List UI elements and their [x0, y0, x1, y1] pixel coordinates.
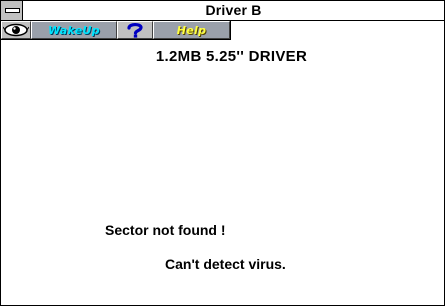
status-message-sector: Sector not found !	[105, 222, 226, 238]
driver-window: Driver B WakeUp Help 1.2MB 5.25'' DRIVER…	[0, 0, 445, 306]
help-label: Help	[176, 23, 207, 37]
title-bar: Driver B	[1, 1, 444, 21]
question-button[interactable]	[117, 21, 153, 39]
window-title: Driver B	[205, 2, 262, 18]
wakeup-button[interactable]: WakeUp	[31, 21, 117, 39]
eye-icon	[3, 23, 29, 37]
eye-button[interactable]	[1, 21, 31, 39]
system-menu-button[interactable]	[1, 1, 23, 20]
toolbar: WakeUp Help	[1, 21, 231, 40]
drive-type-label: 1.2MB 5.25'' DRIVER	[155, 48, 308, 65]
question-mark-icon	[127, 22, 143, 38]
system-menu-icon	[5, 8, 20, 13]
status-message-virus: Can't detect virus.	[165, 256, 286, 272]
help-button[interactable]: Help	[153, 21, 230, 39]
wakeup-label: WakeUp	[48, 23, 100, 37]
